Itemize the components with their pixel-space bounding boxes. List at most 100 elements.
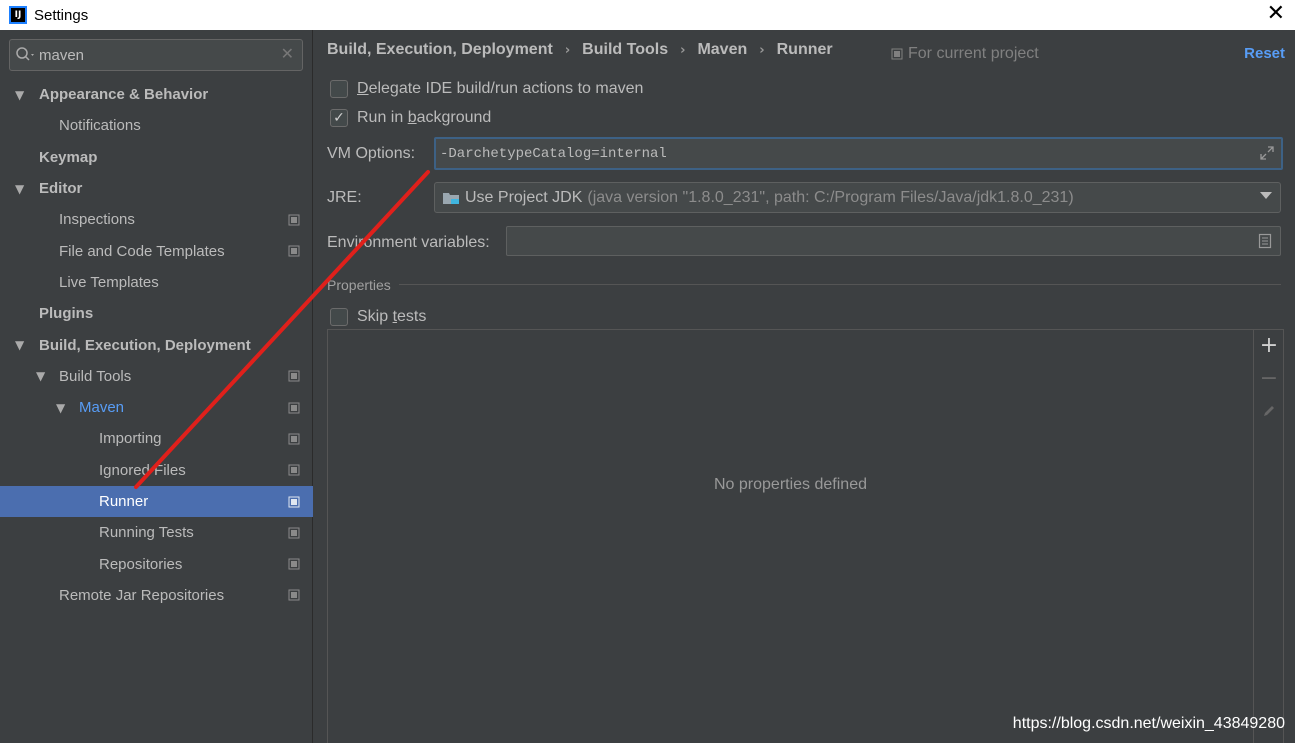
watermark-text: https://blog.csdn.net/weixin_43849280 <box>1012 715 1285 732</box>
breadcrumb-item: Runner <box>776 41 833 58</box>
project-scope-icon <box>288 245 300 257</box>
tree-item-label: Running Tests <box>99 524 194 542</box>
tree-item-label: Maven <box>79 399 125 417</box>
breadcrumb-item: Build Tools <box>582 41 669 58</box>
project-scope-icon <box>288 214 300 226</box>
vm-options-label: VM Options: <box>327 145 416 162</box>
tree-item[interactable]: Ignored Files <box>0 455 313 486</box>
properties-toolbar: + − <box>1254 329 1284 743</box>
chevron-right-icon: › <box>680 42 686 58</box>
tree-item-label: Plugins <box>39 305 94 323</box>
expand-arrow-icon[interactable]: ▼ <box>56 401 65 415</box>
properties-empty-message: No properties defined <box>714 476 867 493</box>
reset-link[interactable]: Reset <box>1244 45 1285 62</box>
project-scope-icon <box>288 464 300 476</box>
tree-item-label: Remote Jar Repositories <box>59 586 225 604</box>
delegate-checkbox[interactable] <box>330 80 348 98</box>
tree-item-label: Inspections <box>59 211 135 229</box>
properties-divider <box>399 284 1281 285</box>
chevron-right-icon: › <box>759 42 765 58</box>
expand-icon[interactable] <box>1259 145 1275 161</box>
skip-tests-label[interactable]: Skip tests <box>357 308 426 326</box>
title-bar: IJ Settings ✕ <box>0 0 1295 30</box>
vm-options-value[interactable]: -DarchetypeCatalog=internal <box>440 146 667 162</box>
tree-item-label: Notifications <box>59 117 141 135</box>
vm-options-field[interactable]: -DarchetypeCatalog=internal <box>434 137 1283 170</box>
project-scope-icon <box>288 496 300 507</box>
expand-arrow-icon[interactable]: ▼ <box>15 338 24 352</box>
jdk-folder-icon <box>443 192 459 204</box>
run-background-checkbox-row[interactable]: ✓ Run in background <box>330 109 491 127</box>
tree-item[interactable]: ▼ Editor <box>0 173 313 204</box>
browse-document-icon[interactable] <box>1258 233 1272 249</box>
project-scope-icon <box>288 370 300 382</box>
tree-item-label: Live Templates <box>59 273 159 291</box>
edit-pencil-icon[interactable] <box>1254 396 1284 426</box>
expand-arrow-icon[interactable]: ▼ <box>15 182 24 196</box>
clear-search-icon[interactable]: ✕ <box>281 44 294 63</box>
search-input[interactable] <box>39 46 279 64</box>
tree-item-label: Editor <box>39 180 83 198</box>
project-scope-icon <box>288 589 300 601</box>
project-scope-icon <box>288 433 300 445</box>
close-icon[interactable]: ✕ <box>1267 2 1285 26</box>
run-background-label[interactable]: Run in background <box>357 109 491 127</box>
breadcrumb-item: Maven <box>697 41 748 58</box>
tree-item[interactable]: Remote Jar Repositories <box>0 580 313 611</box>
tree-item[interactable]: Notifications <box>0 110 313 141</box>
tree-item-label: File and Code Templates <box>59 242 225 260</box>
tree-item[interactable]: Inspections <box>0 204 313 235</box>
delegate-checkbox-row[interactable]: Delegate IDE build/run actions to maven <box>330 80 643 98</box>
expand-arrow-icon[interactable]: ▼ <box>15 88 24 102</box>
settings-tree: ▼ Appearance & Behavior Notifications Keyma… <box>0 79 313 611</box>
tree-item-label: Build, Execution, Deployment <box>39 336 251 354</box>
add-icon[interactable]: + <box>1254 330 1284 360</box>
runner-settings-panel: Build, Execution, Deployment › Build Too… <box>314 30 1295 743</box>
tree-item[interactable]: Importing <box>0 423 313 454</box>
settings-sidebar: ✕ ▼ Appearance & Behavior Notifications Key… <box>0 30 313 743</box>
tree-item[interactable]: Keymap <box>0 142 313 173</box>
env-variables-field[interactable] <box>506 226 1281 256</box>
tree-item[interactable]: File and Code Templates <box>0 235 313 266</box>
breadcrumb-item: Build, Execution, Deployment <box>327 41 553 58</box>
jre-detail: (java version "1.8.0_231", path: C:/Prog… <box>587 188 1074 206</box>
skip-tests-checkbox[interactable] <box>330 308 348 326</box>
chevron-down-icon[interactable] <box>1260 192 1272 199</box>
tree-item[interactable]: Plugins <box>0 298 313 329</box>
run-background-checkbox[interactable]: ✓ <box>330 109 348 127</box>
intellij-app-icon: IJ <box>9 6 27 24</box>
remove-icon[interactable]: − <box>1254 363 1284 393</box>
chevron-right-icon: › <box>564 42 571 58</box>
breadcrumb: Build, Execution, Deployment › Build Too… <box>327 41 833 59</box>
tree-item-label: Repositories <box>99 555 183 573</box>
search-icon[interactable] <box>15 45 37 65</box>
delegate-label[interactable]: Delegate IDE build/run actions to maven <box>357 80 643 98</box>
tree-item-label: Importing <box>99 430 162 448</box>
project-scope-icon <box>288 527 300 539</box>
jre-dropdown[interactable]: Use Project JDK (java version "1.8.0_231… <box>434 182 1281 213</box>
properties-section-title: Properties <box>327 277 391 293</box>
tree-item-label: Ignored Files <box>99 461 186 479</box>
project-scope-icon <box>288 402 300 414</box>
tree-item[interactable]: ▼ Build Tools <box>0 361 313 392</box>
jre-selected-value[interactable]: Use Project JDK <box>465 189 582 207</box>
env-variables-label: Environment variables: <box>327 234 490 251</box>
tree-item-label: Appearance & Behavior <box>39 86 209 104</box>
tree-item[interactable]: ▼ Maven <box>0 392 313 423</box>
skip-tests-checkbox-row[interactable]: Skip tests <box>330 308 426 326</box>
tree-item-label: Runner <box>99 493 149 510</box>
project-scope-icon <box>288 558 300 570</box>
tree-item[interactable]: Running Tests <box>0 517 313 548</box>
tree-item-label: Keymap <box>39 148 98 166</box>
project-scope-icon <box>891 48 903 60</box>
expand-arrow-icon[interactable]: ▼ <box>36 369 45 383</box>
tree-item[interactable]: Repositories <box>0 548 313 579</box>
tree-item[interactable]: ▼ Appearance & Behavior <box>0 79 313 110</box>
tree-item[interactable]: Live Templates <box>0 267 313 298</box>
tree-item[interactable]: Runner <box>0 485 313 518</box>
tree-item[interactable]: ▼ Build, Execution, Deployment <box>0 329 313 360</box>
project-scope-note: For current project <box>891 45 1039 63</box>
settings-search-box[interactable]: ✕ <box>9 39 303 71</box>
properties-table[interactable]: No properties defined <box>327 329 1254 743</box>
project-scope-label: For current project <box>908 45 1039 62</box>
